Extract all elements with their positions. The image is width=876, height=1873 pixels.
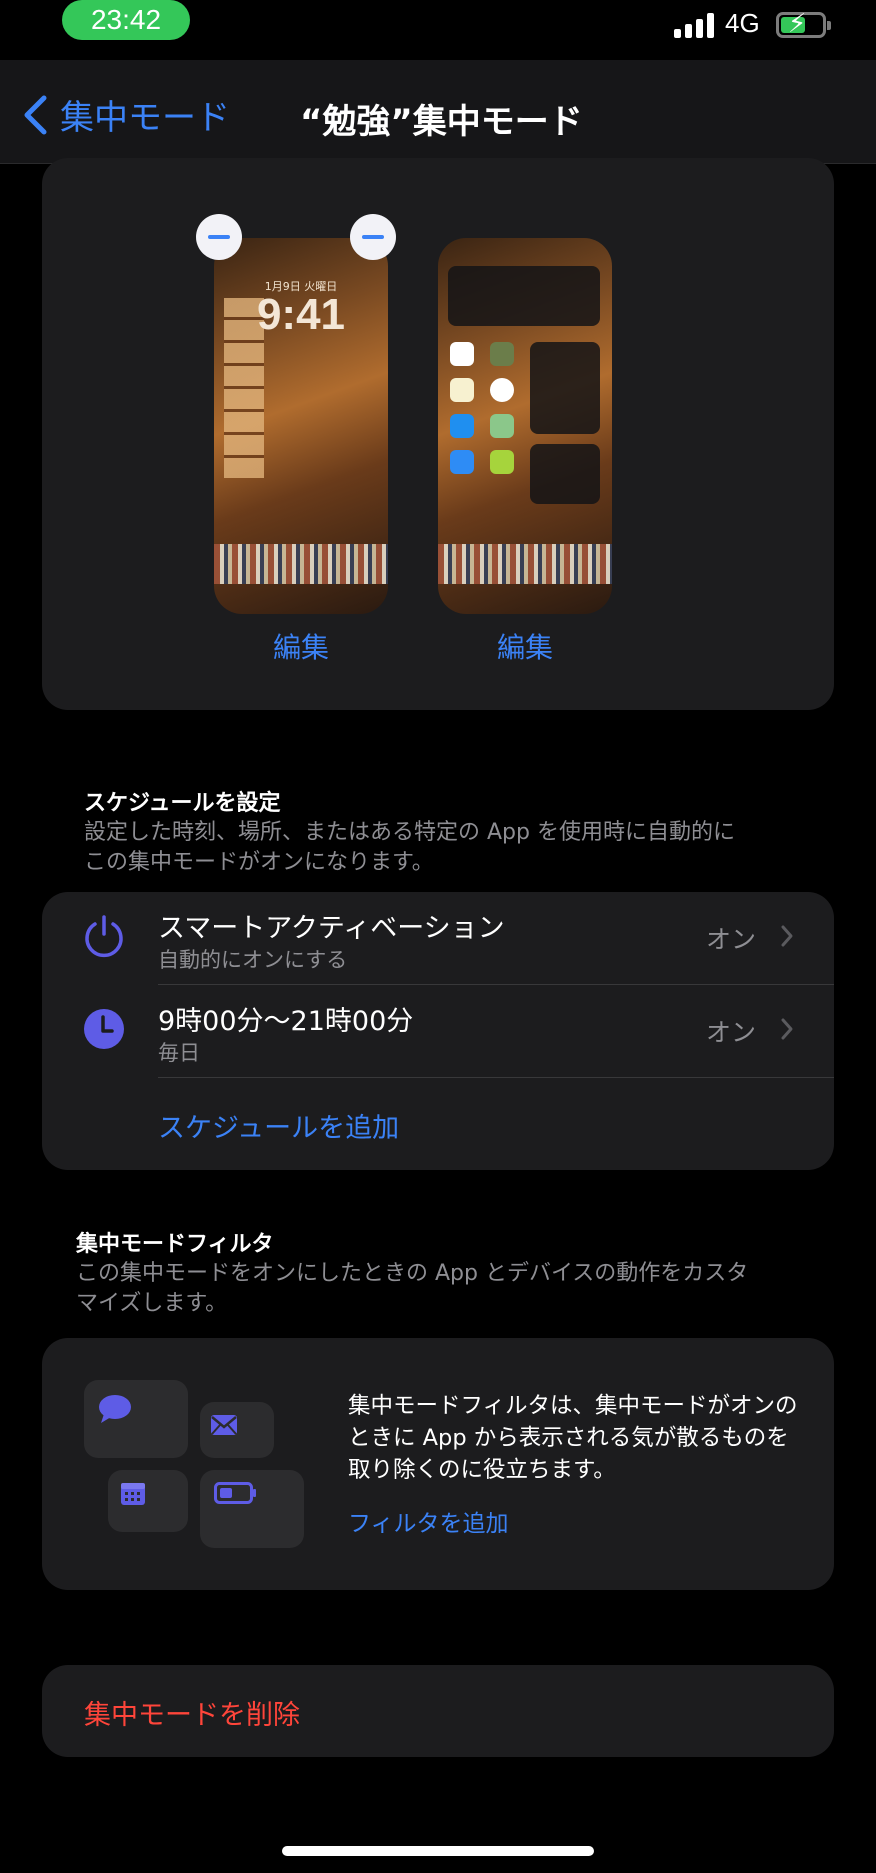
maps-app-icon <box>490 414 514 438</box>
time-schedule-row[interactable]: 9時00分〜21時00分 毎日 オン <box>42 985 834 1077</box>
app-icon <box>490 342 514 366</box>
calendar-icon <box>121 1483 145 1505</box>
row-value: オン <box>705 1018 756 1047</box>
widget <box>530 342 600 434</box>
message-icon <box>99 1395 131 1423</box>
chevron-right-icon <box>781 925 793 947</box>
chevron-left-icon <box>24 95 47 134</box>
notes-app-icon <box>450 378 474 402</box>
clock-icon <box>84 1009 124 1049</box>
filter-tile <box>200 1402 274 1458</box>
add-schedule-button[interactable]: スケジュールを追加 <box>158 1106 399 1145</box>
row-title: スマートアクティベーション <box>158 913 505 944</box>
filter-section-description: この集中モードをオンにしたときの App とデバイスの動作をカスタ マイズします… <box>76 1261 749 1316</box>
delete-focus-button[interactable]: 集中モードを削除 <box>84 1693 300 1732</box>
widget <box>530 444 600 504</box>
status-time[interactable]: 23:42 <box>62 0 190 40</box>
filter-tile <box>108 1470 188 1532</box>
filter-section-header: 集中モードフィルタ <box>76 1232 274 1257</box>
remove-home-screen-button[interactable] <box>350 214 396 260</box>
schedule-section-header: スケジュールを設定 <box>84 791 281 816</box>
app-store-icon <box>450 414 474 438</box>
edit-home-screen-link[interactable]: 編集 <box>438 626 612 666</box>
filter-tile <box>84 1380 188 1458</box>
home-indicator[interactable] <box>282 1846 594 1856</box>
remove-lock-screen-button[interactable] <box>196 214 242 260</box>
divider <box>158 1077 834 1078</box>
lock-screen-preview[interactable]: 1月9日 火曜日 9:41 <box>214 238 388 614</box>
filter-info-text: 集中モードフィルタは、集中モードがオンのときに App から表示される気が散るも… <box>348 1393 798 1483</box>
clock-app-icon <box>490 378 514 402</box>
status-bar: 23:42 4G ⚡ <box>0 0 876 60</box>
battery-icon: ⚡ <box>776 9 831 39</box>
smart-activation-row[interactable]: スマートアクティベーション 自動的にオンにする オン <box>42 892 834 984</box>
row-title: 9時00分〜21時00分 <box>158 1006 414 1037</box>
navigation-bar: 集中モード “勉強”集中モード <box>0 60 876 164</box>
calendar-app-icon <box>450 342 474 366</box>
row-subtitle: 毎日 <box>158 1041 200 1065</box>
filter-tile <box>200 1470 304 1548</box>
delete-card: 集中モードを削除 <box>42 1665 834 1757</box>
chevron-right-icon <box>781 1018 793 1040</box>
lock-screen-time: 9:41 <box>256 290 346 339</box>
cellular-signal-icon <box>674 12 714 38</box>
power-icon <box>85 915 123 958</box>
mail-app-icon <box>450 450 474 474</box>
page-title: “勉強”集中モード <box>300 102 583 142</box>
row-subtitle: 自動的にオンにする <box>158 948 348 972</box>
add-filter-button[interactable]: フィルタを追加 <box>348 1504 509 1538</box>
battery-icon <box>214 1482 256 1504</box>
schedule-card: スマートアクティベーション 自動的にオンにする オン 9時00分〜21時00分 … <box>42 892 834 1170</box>
schedule-section-description: 設定した時刻、場所、またはある特定の App を使用時に自動的に この集中モード… <box>84 820 735 875</box>
network-type: 4G <box>725 8 760 38</box>
edit-lock-screen-link[interactable]: 編集 <box>214 626 388 666</box>
home-screen-preview[interactable] <box>438 238 612 614</box>
wallpaper-card: 1月9日 火曜日 9:41 編集 編集 <box>42 158 834 710</box>
row-value: オン <box>705 925 756 954</box>
filter-card: 集中モードフィルタは、集中モードがオンのときに App から表示される気が散るも… <box>42 1338 834 1590</box>
mail-icon <box>211 1415 237 1435</box>
app-icon <box>490 450 514 474</box>
back-button-label: 集中モード <box>60 98 230 138</box>
calendar-widget <box>448 266 600 326</box>
back-button[interactable]: 集中モード <box>22 90 230 139</box>
